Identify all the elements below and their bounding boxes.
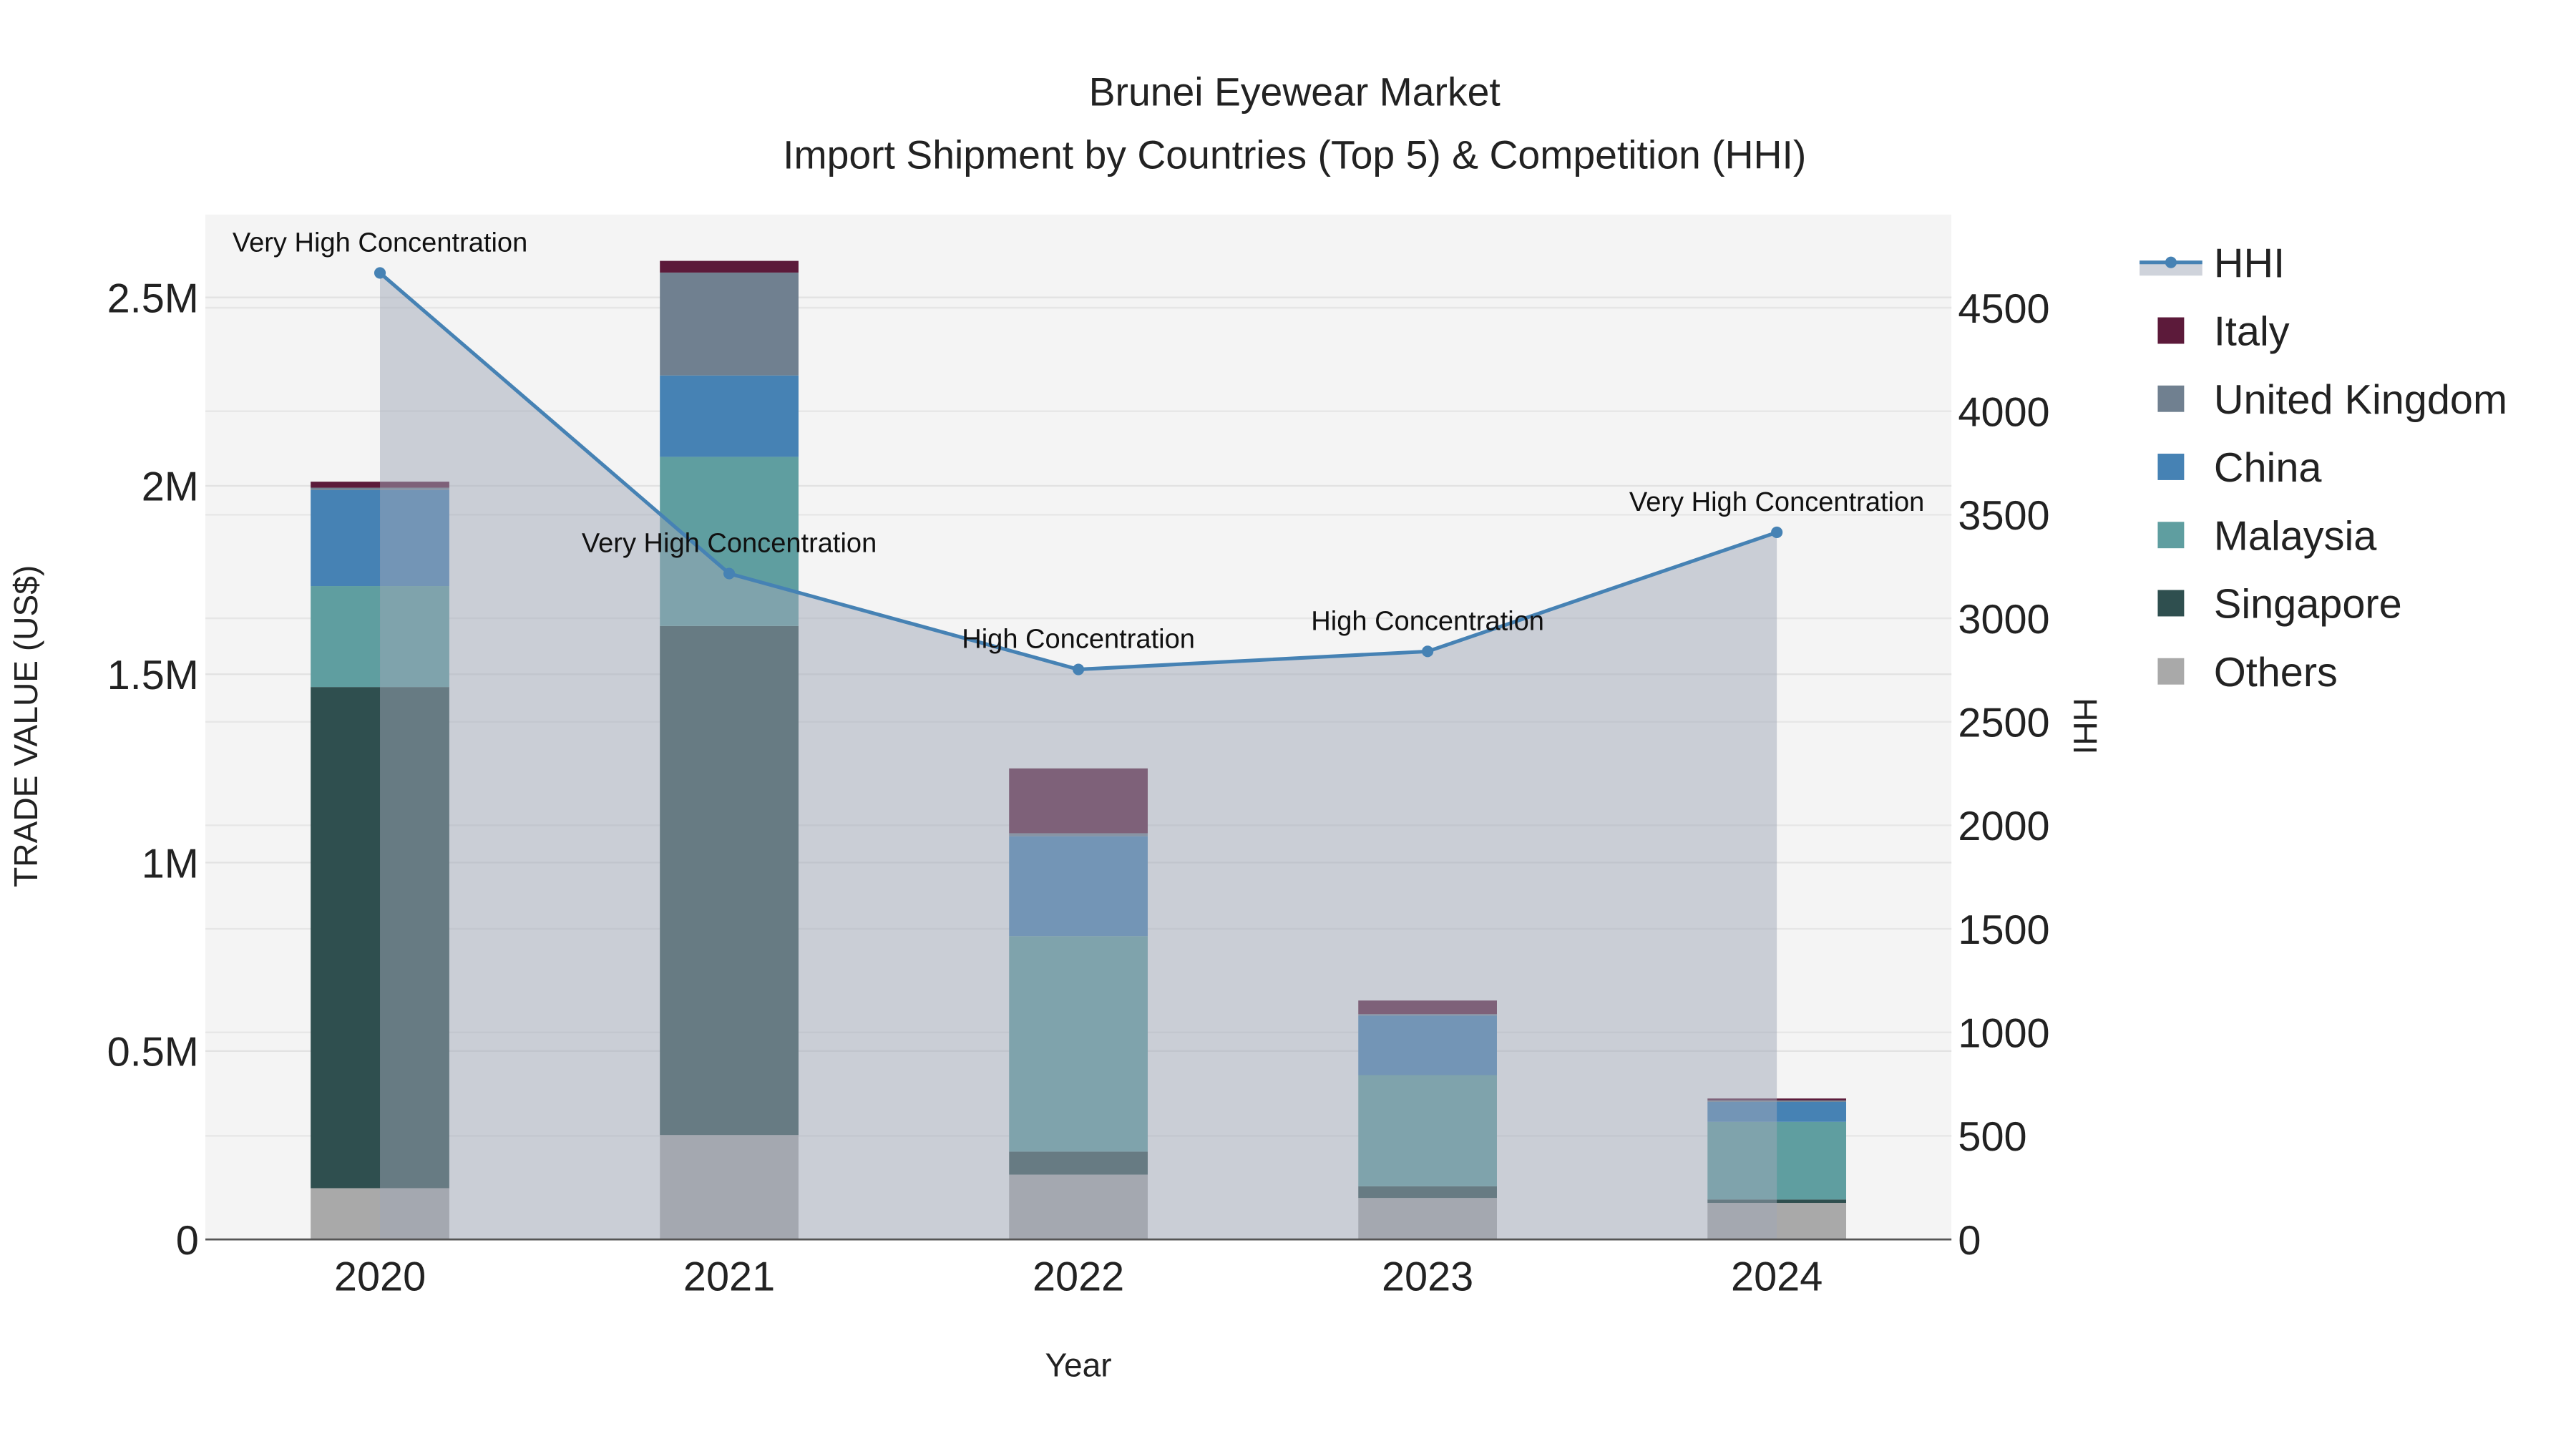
hhi-point: [1073, 663, 1085, 675]
y2-tick-label: 3500: [1958, 493, 2049, 539]
legend-swatch-united-kingdom: [2157, 385, 2185, 412]
y2-tick-label: 500: [1958, 1114, 2026, 1160]
legend-label: Singapore: [2214, 582, 2402, 628]
chart-subtitle: Import Shipment by Countries (Top 5) & C…: [783, 132, 1806, 177]
x-tick-label: 2024: [1731, 1254, 1823, 1300]
legend-swatch-italy: [2157, 317, 2185, 344]
chart: Very High Concentration Very High Concent…: [7, 70, 2507, 1384]
hhi-point: [1422, 645, 1434, 658]
hhi-annotation: High Concentration: [962, 625, 1195, 655]
y-tick-label: 1M: [142, 841, 199, 887]
hhi-annotation: Very High Concentration: [582, 529, 877, 559]
x-tick-label: 2020: [334, 1254, 426, 1300]
hhi-point: [1771, 526, 1783, 539]
y2-tick-label: 2500: [1958, 700, 2049, 746]
bar-united-kingdom: [660, 272, 799, 376]
y2-tick-label: 4500: [1958, 286, 2049, 332]
y-tick-label: 0: [176, 1218, 199, 1264]
hhi-point: [723, 567, 736, 580]
y2-tick-label: 1500: [1958, 907, 2049, 953]
y-tick-label: 2.5M: [107, 275, 199, 321]
legend-label: China: [2214, 445, 2323, 491]
hhi-point: [374, 267, 386, 279]
y-tick-label: 2M: [142, 464, 199, 510]
hhi-annotation: Very High Concentration: [1629, 487, 1924, 517]
y2-tick-label: 4000: [1958, 389, 2049, 435]
legend-swatch-others: [2157, 658, 2185, 685]
legend-swatch-china: [2157, 454, 2185, 480]
y2-tick-label: 2000: [1958, 804, 2049, 849]
hhi-annotation: High Concentration: [1311, 606, 1544, 636]
legend-label: HHI: [2214, 240, 2285, 286]
x-tick-label: 2022: [1033, 1254, 1124, 1300]
legend-label: Italy: [2214, 309, 2290, 355]
legend-label: Malaysia: [2214, 513, 2377, 559]
legend-label: Others: [2214, 650, 2338, 696]
y-tick-label: 1.5M: [107, 653, 199, 698]
y2-tick-label: 3000: [1958, 597, 2049, 643]
legend-label: United Kingdom: [2214, 377, 2507, 423]
bar-italy: [660, 260, 799, 273]
legend-swatch-singapore: [2157, 590, 2185, 617]
x-tick-label: 2021: [683, 1254, 775, 1300]
y2-tick-label: 1000: [1958, 1011, 2049, 1057]
legend-swatch-malaysia: [2157, 522, 2185, 549]
y-axis-title: TRADE VALUE (US$): [7, 565, 44, 887]
hhi-annotation: Very High Concentration: [233, 228, 527, 258]
y-tick-label: 0.5M: [107, 1030, 199, 1075]
y2-axis-title: HHI: [2067, 698, 2104, 754]
x-axis-title: Year: [1045, 1347, 1112, 1384]
legend: HHI Italy United Kingdom China Malaysia Singa…: [2140, 240, 2507, 696]
legend-hhi-marker: [2165, 256, 2177, 268]
y2-tick-label: 0: [1958, 1218, 1981, 1264]
bar-china: [660, 375, 799, 457]
x-tick-label: 2023: [1382, 1254, 1473, 1300]
chart-title: Brunei Eyewear Market: [1089, 70, 1501, 114]
